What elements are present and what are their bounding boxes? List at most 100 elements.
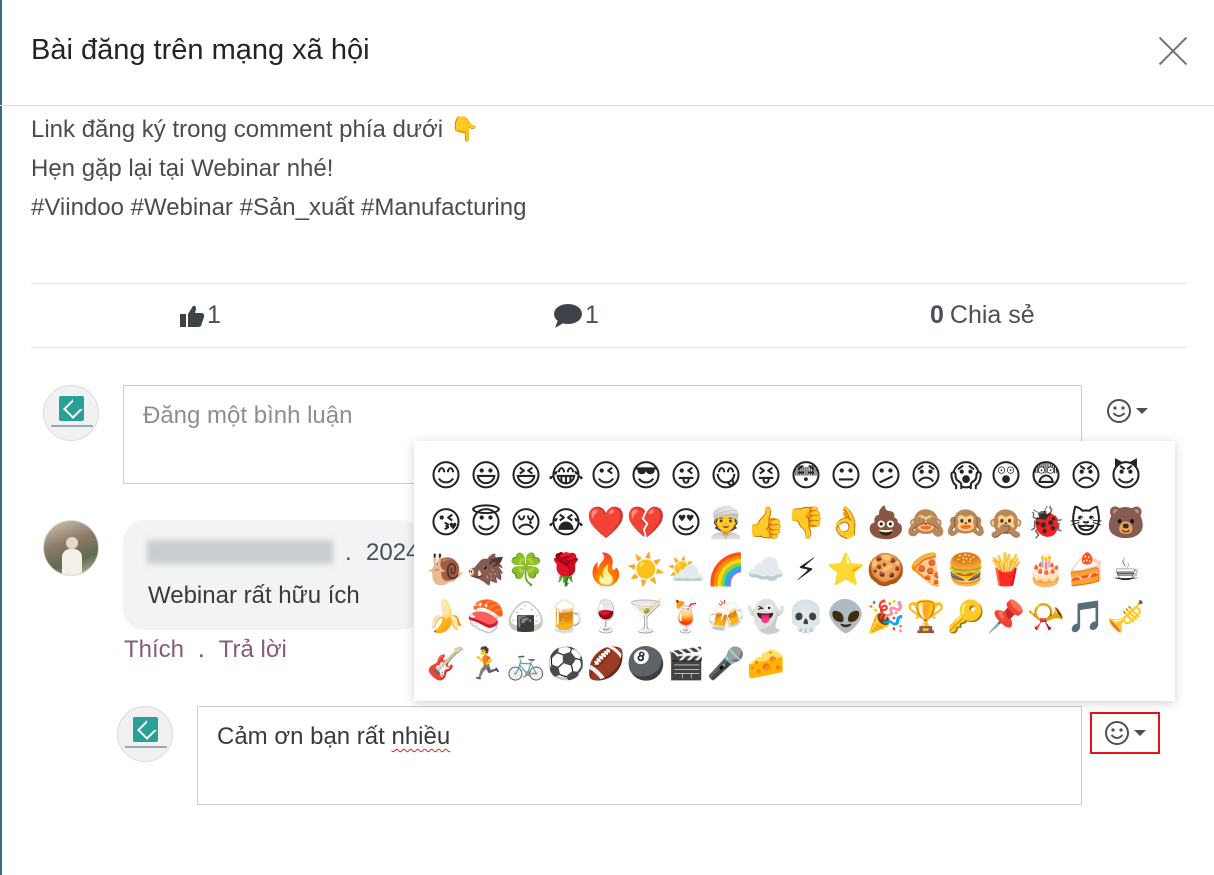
post-stats-bar: 1 1 0 Chia sẻ: [31, 283, 1187, 348]
emoji-option[interactable]: 😲: [986, 453, 1026, 500]
emoji-option[interactable]: 🍷: [586, 594, 626, 641]
emoji-option[interactable]: 🎸: [426, 641, 466, 688]
shares-stat[interactable]: 0 Chia sẻ: [930, 301, 1035, 330]
emoji-option[interactable]: 💀: [786, 594, 826, 641]
emoji-option[interactable]: 😳: [786, 453, 826, 500]
emoji-option[interactable]: 😐: [826, 453, 866, 500]
smiley-icon: [1107, 399, 1131, 423]
emoji-option[interactable]: 💔: [626, 500, 666, 547]
emoji-option[interactable]: 🍙: [506, 594, 546, 641]
emoji-option[interactable]: 🌈: [706, 547, 746, 594]
avatar: [43, 385, 99, 441]
emoji-option[interactable]: 🐌: [426, 547, 466, 594]
emoji-option[interactable]: 🙉: [946, 500, 986, 547]
emoji-option[interactable]: 👍: [746, 500, 786, 547]
emoji-option[interactable]: 💩: [866, 500, 906, 547]
emoji-option[interactable]: ☀️: [626, 547, 666, 594]
shares-label: Chia sẻ: [949, 301, 1035, 329]
emoji-option[interactable]: 🏃: [466, 641, 506, 688]
emoji-option[interactable]: 🍔: [946, 547, 986, 594]
emoji-option[interactable]: 🍟: [986, 547, 1026, 594]
emoji-option[interactable]: 😘: [426, 500, 466, 547]
likes-stat[interactable]: 1: [179, 301, 221, 330]
emoji-option[interactable]: 📯: [1026, 594, 1066, 641]
emoji-option[interactable]: 🏈: [586, 641, 626, 688]
action-separator: .: [198, 636, 205, 663]
emoji-option[interactable]: ☁️: [746, 547, 786, 594]
emoji-option[interactable]: ⛅: [666, 547, 706, 594]
emoji-option[interactable]: 🌹: [546, 547, 586, 594]
reply-emoji-picker-toggle[interactable]: [1090, 712, 1160, 754]
emoji-option[interactable]: 😍: [666, 500, 706, 547]
emoji-option[interactable]: 😇: [466, 500, 506, 547]
emoji-option[interactable]: 👽: [826, 594, 866, 641]
emoji-option[interactable]: ☕: [1106, 547, 1146, 594]
emoji-option[interactable]: 🍪: [866, 547, 906, 594]
emoji-option[interactable]: 😊: [426, 453, 466, 500]
thumbs-up-icon: [180, 305, 205, 327]
emoji-option[interactable]: 👳: [706, 500, 746, 547]
emoji-option[interactable]: 🙊: [986, 500, 1026, 547]
emoji-option[interactable]: 🎉: [866, 594, 906, 641]
emoji-option[interactable]: 🍌: [426, 594, 466, 641]
emoji-option[interactable]: 🙈: [906, 500, 946, 547]
emoji-option[interactable]: 🎱: [626, 641, 666, 688]
emoji-option[interactable]: 😞: [906, 453, 946, 500]
emoji-option[interactable]: 😨: [1026, 453, 1066, 500]
emoji-picker-toggle[interactable]: [1094, 391, 1160, 431]
emoji-option[interactable]: 😢: [506, 500, 546, 547]
emoji-option[interactable]: 🎤: [706, 641, 746, 688]
emoji-option[interactable]: 🔑: [946, 594, 986, 641]
company-logo-icon: [133, 717, 158, 742]
emoji-option[interactable]: 🎵: [1066, 594, 1106, 641]
reply-link[interactable]: Trả lời: [219, 636, 287, 664]
emoji-option[interactable]: 😠: [1066, 453, 1106, 500]
emoji-option[interactable]: 👎: [786, 500, 826, 547]
emoji-option[interactable]: 🍻: [706, 594, 746, 641]
emoji-option[interactable]: 🎂: [1026, 547, 1066, 594]
emoji-option[interactable]: 😉: [586, 453, 626, 500]
emoji-option[interactable]: 🍕: [906, 547, 946, 594]
comments-stat[interactable]: 1: [553, 301, 599, 330]
reply-input[interactable]: Cảm ơn bạn rất nhiều: [197, 706, 1082, 805]
emoji-option[interactable]: 😜: [666, 453, 706, 500]
emoji-option[interactable]: 🎬: [666, 641, 706, 688]
emoji-option[interactable]: 👻: [746, 594, 786, 641]
comment-actions: Thích . Trả lời: [124, 636, 287, 664]
emoji-option[interactable]: 🍣: [466, 594, 506, 641]
emoji-option[interactable]: 🍹: [666, 594, 706, 641]
emoji-option[interactable]: 😈: [1106, 453, 1146, 500]
emoji-option[interactable]: 😂: [546, 453, 586, 500]
emoji-option[interactable]: 😝: [746, 453, 786, 500]
emoji-option[interactable]: 😃: [466, 453, 506, 500]
emoji-option[interactable]: 🐞: [1026, 500, 1066, 547]
emoji-option[interactable]: ⚡: [786, 547, 826, 594]
window-edge: [0, 0, 2, 875]
emoji-option[interactable]: 🏆: [906, 594, 946, 641]
emoji-option[interactable]: 😺: [1066, 500, 1106, 547]
emoji-option[interactable]: 🍺: [546, 594, 586, 641]
emoji-option[interactable]: ❤️: [586, 500, 626, 547]
emoji-option[interactable]: 🎺: [1106, 594, 1146, 641]
like-link[interactable]: Thích: [124, 636, 184, 664]
close-icon[interactable]: [1156, 33, 1190, 67]
comment-meta-separator: .: [345, 539, 352, 566]
emoji-option[interactable]: ⭐: [826, 547, 866, 594]
emoji-option[interactable]: 🍸: [626, 594, 666, 641]
emoji-option[interactable]: 😋: [706, 453, 746, 500]
emoji-option[interactable]: 😱: [946, 453, 986, 500]
emoji-option[interactable]: 🍀: [506, 547, 546, 594]
emoji-option[interactable]: 🚲: [506, 641, 546, 688]
emoji-option[interactable]: ⚽: [546, 641, 586, 688]
emoji-option[interactable]: 😭: [546, 500, 586, 547]
emoji-option[interactable]: 📌: [986, 594, 1026, 641]
emoji-option[interactable]: 😆: [506, 453, 546, 500]
emoji-option[interactable]: 🧀: [746, 641, 786, 688]
emoji-option[interactable]: 🔥: [586, 547, 626, 594]
emoji-option[interactable]: 👌: [826, 500, 866, 547]
emoji-option[interactable]: 🐗: [466, 547, 506, 594]
emoji-option[interactable]: 😎: [626, 453, 666, 500]
emoji-option[interactable]: 🍰: [1066, 547, 1106, 594]
emoji-option[interactable]: 😕: [866, 453, 906, 500]
emoji-option[interactable]: 🐻: [1106, 500, 1146, 547]
